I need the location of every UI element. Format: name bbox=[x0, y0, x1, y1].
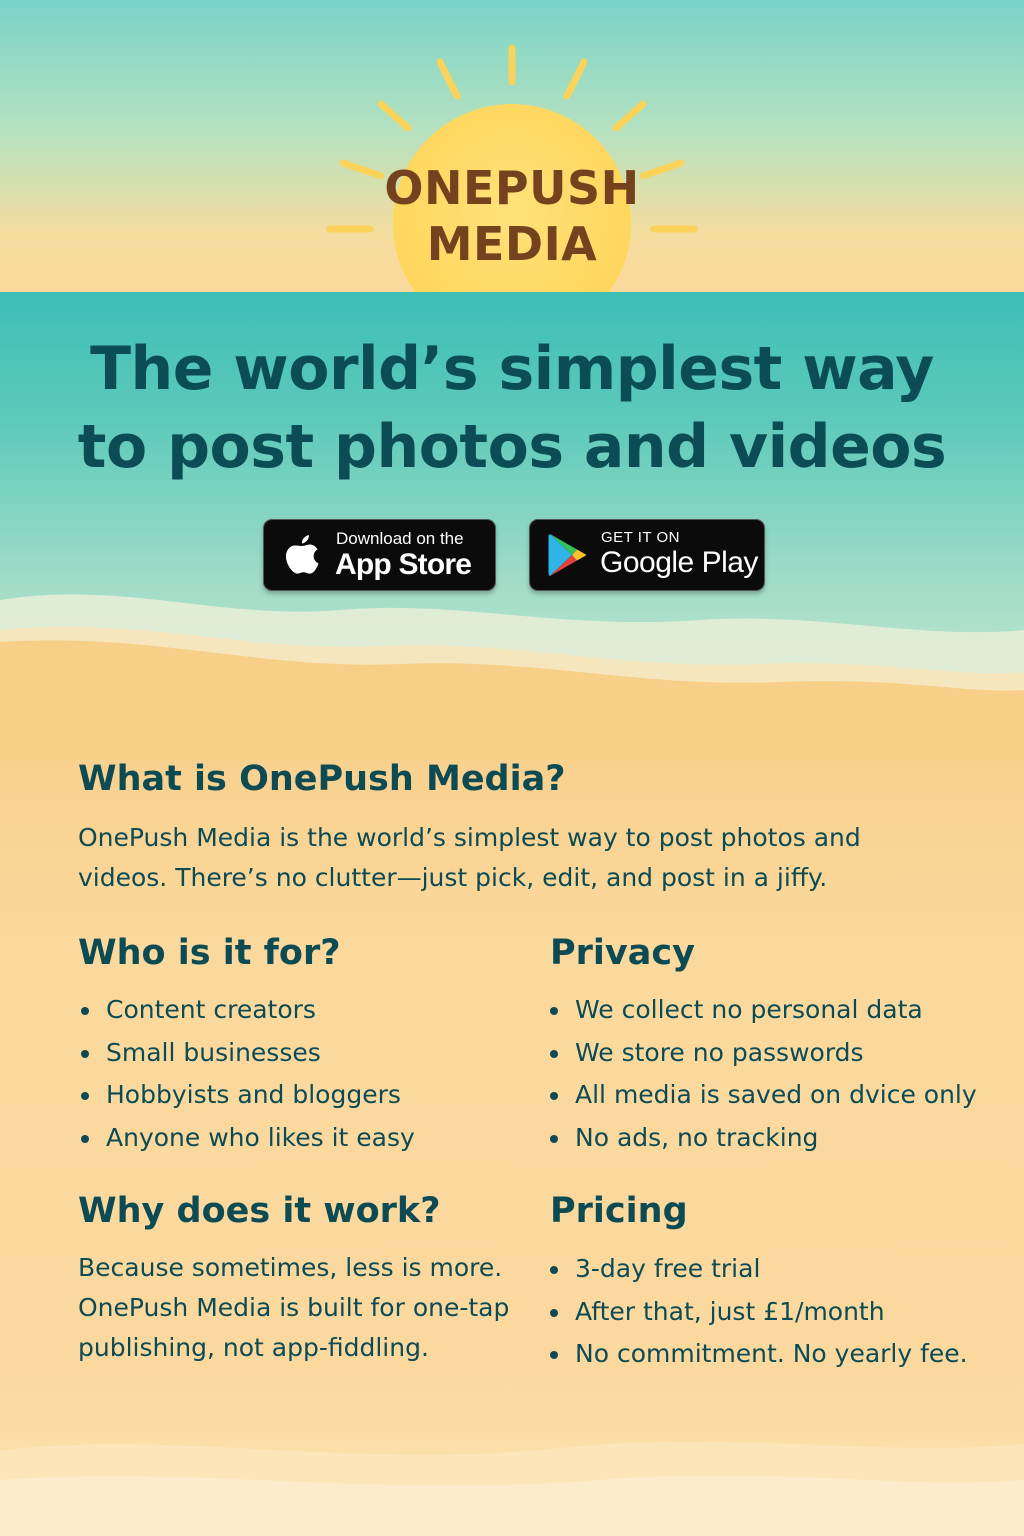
who-list: Content creators Small businesses Hobbyi… bbox=[78, 989, 415, 1159]
who-heading: Who is it for? bbox=[78, 933, 341, 973]
list-item: After that, just £1/month bbox=[547, 1291, 968, 1334]
privacy-list: We collect no personal data We store no … bbox=[547, 989, 977, 1159]
list-item: We collect no personal data bbox=[547, 989, 977, 1032]
list-item: Small businesses bbox=[78, 1032, 415, 1075]
list-item: We store no passwords bbox=[547, 1032, 977, 1075]
list-item: Hobbyists and bloggers bbox=[78, 1074, 415, 1117]
list-item: No ads, no tracking bbox=[547, 1117, 977, 1160]
pricing-list: 3-day free trial After that, just £1/mon… bbox=[547, 1248, 968, 1376]
privacy-heading: Privacy bbox=[550, 933, 695, 973]
list-item: Content creators bbox=[78, 989, 415, 1032]
list-item: Anyone who likes it easy bbox=[78, 1117, 415, 1160]
list-item: No commitment. No yearly fee. bbox=[547, 1333, 968, 1376]
info-content: What is OnePush Media? OnePush Media is … bbox=[0, 0, 1024, 1536]
why-body: Because sometimes, less is more. OnePush… bbox=[78, 1253, 510, 1362]
list-item: 3-day free trial bbox=[547, 1248, 968, 1291]
pricing-heading: Pricing bbox=[550, 1191, 688, 1231]
what-heading: What is OnePush Media? bbox=[78, 759, 566, 799]
list-item: All media is saved on dvice only bbox=[547, 1074, 977, 1117]
what-body: OnePush Media is the world’s simplest wa… bbox=[78, 823, 861, 892]
why-heading: Why does it work? bbox=[78, 1191, 441, 1231]
